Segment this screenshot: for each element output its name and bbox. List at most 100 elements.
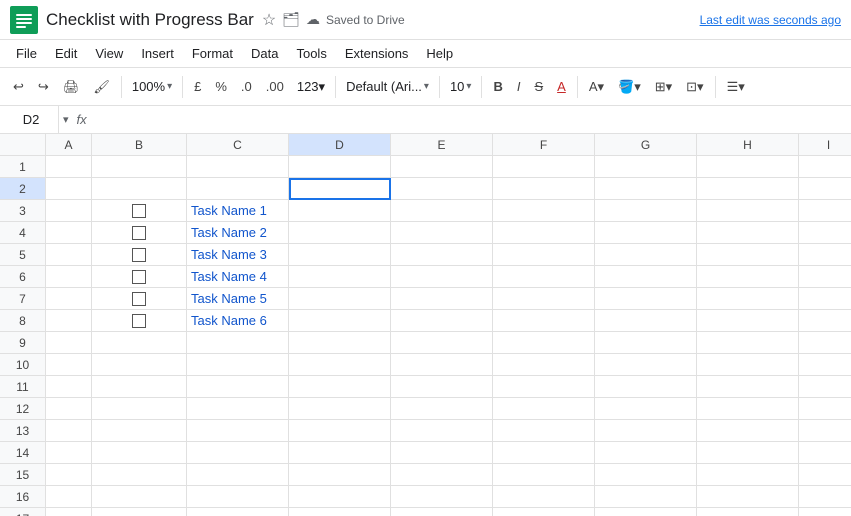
- cell-C8[interactable]: Task Name 6: [187, 310, 289, 332]
- cell-B6[interactable]: [92, 266, 187, 288]
- menu-extensions[interactable]: Extensions: [337, 43, 417, 64]
- cell-I7[interactable]: [799, 288, 851, 310]
- row-num-2[interactable]: 2: [0, 178, 46, 200]
- cell-C1[interactable]: [187, 156, 289, 178]
- row-num-16[interactable]: 16: [0, 486, 46, 508]
- cell-H12[interactable]: [697, 398, 799, 420]
- row-num-3[interactable]: 3: [0, 200, 46, 222]
- cell-E14[interactable]: [391, 442, 493, 464]
- cell-C2[interactable]: [187, 178, 289, 200]
- cell-D10[interactable]: [289, 354, 391, 376]
- cell-F16[interactable]: [493, 486, 595, 508]
- cell-F14[interactable]: [493, 442, 595, 464]
- cell-H14[interactable]: [697, 442, 799, 464]
- borders-button[interactable]: ⊞▾: [650, 73, 677, 101]
- checkbox-row-6[interactable]: [132, 270, 146, 284]
- cell-I3[interactable]: [799, 200, 851, 222]
- paint-format-button[interactable]: 🖌: [88, 73, 115, 101]
- cell-D8[interactable]: [289, 310, 391, 332]
- cell-F2[interactable]: [493, 178, 595, 200]
- cell-H2[interactable]: [697, 178, 799, 200]
- row-num-17[interactable]: 17: [0, 508, 46, 516]
- cell-A4[interactable]: [46, 222, 92, 244]
- cell-G15[interactable]: [595, 464, 697, 486]
- cell-C16[interactable]: [187, 486, 289, 508]
- cell-F10[interactable]: [493, 354, 595, 376]
- menu-help[interactable]: Help: [418, 43, 461, 64]
- cell-F9[interactable]: [493, 332, 595, 354]
- strikethrough-button[interactable]: S: [529, 73, 548, 101]
- italic-button[interactable]: I: [512, 73, 526, 101]
- cell-E13[interactable]: [391, 420, 493, 442]
- cell-A2[interactable]: [46, 178, 92, 200]
- cell-I11[interactable]: [799, 376, 851, 398]
- cell-D15[interactable]: [289, 464, 391, 486]
- row-num-13[interactable]: 13: [0, 420, 46, 442]
- cell-H5[interactable]: [697, 244, 799, 266]
- col-header-e[interactable]: E: [391, 134, 493, 156]
- cell-I8[interactable]: [799, 310, 851, 332]
- cell-F15[interactable]: [493, 464, 595, 486]
- cell-I4[interactable]: [799, 222, 851, 244]
- cell-A5[interactable]: [46, 244, 92, 266]
- cell-B11[interactable]: [92, 376, 187, 398]
- cell-B2[interactable]: [92, 178, 187, 200]
- cell-C11[interactable]: [187, 376, 289, 398]
- row-num-10[interactable]: 10: [0, 354, 46, 376]
- cell-D7[interactable]: [289, 288, 391, 310]
- menu-edit[interactable]: Edit: [47, 43, 85, 64]
- bold-button[interactable]: B: [488, 73, 507, 101]
- cell-G5[interactable]: [595, 244, 697, 266]
- cell-G3[interactable]: [595, 200, 697, 222]
- formula-input[interactable]: [95, 112, 847, 127]
- cell-C6[interactable]: Task Name 4: [187, 266, 289, 288]
- cell-E11[interactable]: [391, 376, 493, 398]
- decimal0-button[interactable]: .0: [236, 73, 257, 101]
- cell-D9[interactable]: [289, 332, 391, 354]
- cell-H1[interactable]: [697, 156, 799, 178]
- cell-E1[interactable]: [391, 156, 493, 178]
- fill-color-button[interactable]: 🪣▾: [613, 73, 646, 101]
- cell-I9[interactable]: [799, 332, 851, 354]
- cell-F1[interactable]: [493, 156, 595, 178]
- cell-B12[interactable]: [92, 398, 187, 420]
- cell-D4[interactable]: [289, 222, 391, 244]
- menu-tools[interactable]: Tools: [288, 43, 334, 64]
- cell-H15[interactable]: [697, 464, 799, 486]
- cell-G17[interactable]: [595, 508, 697, 516]
- cell-B7[interactable]: [92, 288, 187, 310]
- cell-E16[interactable]: [391, 486, 493, 508]
- cell-F8[interactable]: [493, 310, 595, 332]
- col-header-b[interactable]: B: [92, 134, 187, 156]
- cell-C7[interactable]: Task Name 5: [187, 288, 289, 310]
- menu-file[interactable]: File: [8, 43, 45, 64]
- cell-I13[interactable]: [799, 420, 851, 442]
- cell-H7[interactable]: [697, 288, 799, 310]
- col-header-a[interactable]: A: [46, 134, 92, 156]
- cell-G4[interactable]: [595, 222, 697, 244]
- cell-H11[interactable]: [697, 376, 799, 398]
- cell-G14[interactable]: [595, 442, 697, 464]
- menu-data[interactable]: Data: [243, 43, 286, 64]
- cell-F4[interactable]: [493, 222, 595, 244]
- cell-B13[interactable]: [92, 420, 187, 442]
- col-header-f[interactable]: F: [493, 134, 595, 156]
- cell-E15[interactable]: [391, 464, 493, 486]
- cell-C3[interactable]: Task Name 1: [187, 200, 289, 222]
- font-family-dropdown[interactable]: Default (Ari... ▾: [342, 73, 433, 101]
- underline-button[interactable]: A: [552, 73, 571, 101]
- cell-G10[interactable]: [595, 354, 697, 376]
- cell-B5[interactable]: [92, 244, 187, 266]
- cell-F11[interactable]: [493, 376, 595, 398]
- cell-G2[interactable]: [595, 178, 697, 200]
- star-icon[interactable]: ☆: [262, 10, 276, 30]
- checkbox-row-4[interactable]: [132, 226, 146, 240]
- undo-button[interactable]: ↩: [8, 73, 29, 101]
- menu-view[interactable]: View: [87, 43, 131, 64]
- cell-C10[interactable]: [187, 354, 289, 376]
- last-edit-link[interactable]: Last edit was seconds ago: [700, 13, 841, 27]
- cell-G8[interactable]: [595, 310, 697, 332]
- cell-H13[interactable]: [697, 420, 799, 442]
- cell-B15[interactable]: [92, 464, 187, 486]
- cell-G6[interactable]: [595, 266, 697, 288]
